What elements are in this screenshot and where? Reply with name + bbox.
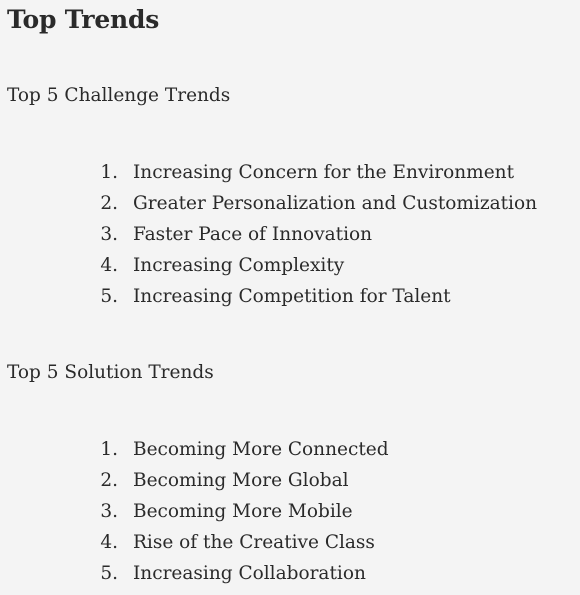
solution-trends-heading: Top 5 Solution Trends	[7, 362, 214, 383]
trend-label: Faster Pace of Innovation	[133, 224, 373, 245]
trend-label: Greater Personalization and Customizatio…	[133, 193, 538, 214]
list-number: 3.	[100, 224, 118, 245]
page-title: Top Trends	[7, 5, 160, 34]
trend-label: Rise of the Creative Class	[133, 532, 375, 553]
trend-label: Becoming More Connected	[133, 439, 389, 460]
list-number: 5.	[100, 563, 118, 584]
trend-label: Becoming More Global	[133, 470, 349, 491]
trend-label: Increasing Complexity	[133, 255, 345, 276]
trend-label: Increasing Collaboration	[133, 563, 366, 584]
list-number: 2.	[100, 193, 118, 214]
trend-label: Becoming More Mobile	[133, 501, 353, 522]
challenge-trends-heading: Top 5 Challenge Trends	[7, 85, 231, 106]
trend-label: Increasing Competition for Talent	[133, 286, 451, 307]
list-number: 1.	[100, 162, 118, 183]
list-number: 2.	[100, 470, 118, 491]
list-number: 3.	[100, 501, 118, 522]
list-number: 1.	[100, 439, 118, 460]
list-number: 5.	[100, 286, 118, 307]
list-number: 4.	[100, 532, 118, 553]
list-number: 4.	[100, 255, 118, 276]
trend-label: Increasing Concern for the Environment	[133, 162, 515, 183]
trends-page: Top Trends Top 5 Challenge Trends 1. Inc…	[0, 0, 580, 595]
